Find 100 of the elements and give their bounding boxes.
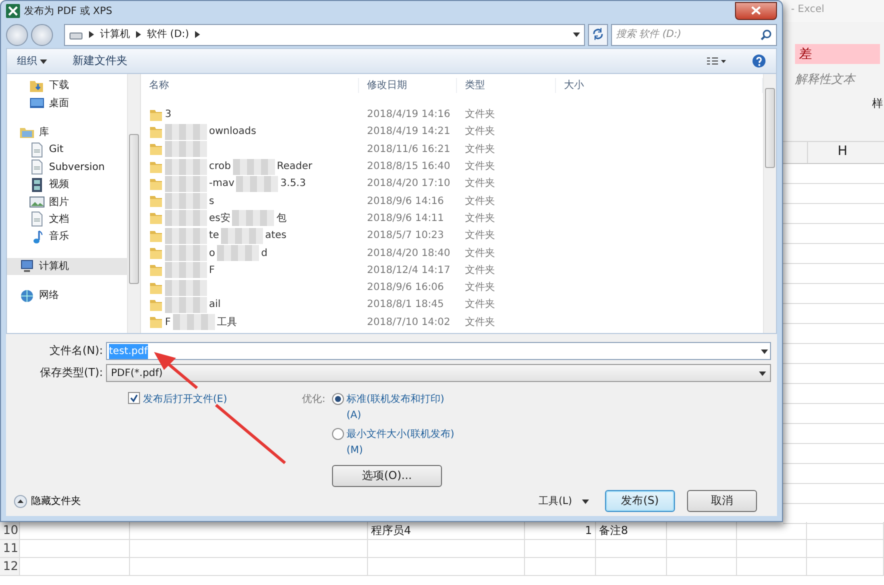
- folder-icon: [149, 263, 163, 278]
- checkbox[interactable]: [128, 392, 140, 404]
- pixelated-area: [165, 262, 207, 278]
- search-field[interactable]: 搜索 软件 (D:): [611, 24, 777, 46]
- cell-style-option[interactable]: 差: [795, 44, 880, 64]
- radio-label[interactable]: 最小文件大小(联机发布)(M): [346, 426, 458, 458]
- folder-icon: [149, 246, 163, 260]
- hide-folders-button[interactable]: 隐藏文件夹: [14, 494, 81, 508]
- file-type: 文件夹: [464, 124, 496, 140]
- column-header[interactable]: 类型: [457, 78, 556, 92]
- sidebar-item[interactable]: 文档: [7, 210, 127, 228]
- film-icon: [29, 176, 45, 193]
- file-type: 文件夹: [464, 176, 496, 192]
- file-name: 3: [165, 108, 172, 122]
- tools-menu[interactable]: 工具(L): [536, 494, 591, 508]
- pixelated-area: [165, 210, 207, 226]
- row-number: 11: [0, 540, 20, 557]
- cell-style-option[interactable]: 解释性文本: [795, 70, 880, 88]
- picture-icon: [29, 194, 45, 210]
- file-type: 文件夹: [464, 280, 496, 296]
- sidebar-item[interactable]: 库: [7, 124, 127, 142]
- folder-icon: [149, 142, 163, 156]
- caret-icon: [40, 58, 46, 64]
- view-list-icon: [706, 56, 726, 66]
- folder-icon: [149, 160, 163, 174]
- date-modified: 2018/7/10 14:02: [366, 316, 452, 330]
- help-button[interactable]: [750, 52, 768, 70]
- file-name: es安: [209, 212, 230, 226]
- dropdown-caret-icon: [761, 348, 768, 354]
- file-name: d: [261, 246, 268, 261]
- sidebar-item[interactable]: 图片: [7, 193, 127, 211]
- pixelated-area: [217, 245, 260, 262]
- file-name: te: [209, 229, 220, 244]
- breadcrumb-item[interactable]: 计算机: [100, 27, 130, 42]
- file-type: 文件夹: [464, 246, 496, 261]
- date-modified: 2018/4/20 17:10: [366, 177, 452, 192]
- window-title: 发布为 PDF 或 XPS: [24, 4, 112, 18]
- file-name: ates: [265, 229, 286, 244]
- pixelated-area: [165, 124, 207, 140]
- document-icon: [29, 142, 45, 158]
- publish-button[interactable]: 发布(S): [605, 490, 675, 512]
- pixelated-area: [232, 210, 274, 226]
- collapse-icon: [14, 494, 27, 508]
- checkbox-label[interactable]: 发布后打开文件(E): [143, 392, 228, 407]
- radio-button[interactable]: [332, 428, 344, 440]
- field-label: 保存类型(T):: [38, 364, 104, 381]
- sidebar-item[interactable]: 桌面: [7, 94, 127, 112]
- new-folder-button[interactable]: 新建文件夹: [70, 52, 130, 70]
- sidebar-item[interactable]: Subversion: [7, 158, 127, 176]
- scrollbar[interactable]: [127, 74, 140, 333]
- sidebar-item[interactable]: 音乐: [7, 228, 127, 246]
- date-modified: 2018/9/6 16:06: [366, 281, 445, 296]
- organize-menu[interactable]: 组织: [15, 54, 48, 68]
- date-modified: 2018/4/19 14:16: [366, 108, 452, 122]
- sidebar-item[interactable]: 视频: [7, 176, 127, 194]
- address-bar[interactable]: 计算机 软件 (D:): [64, 24, 585, 46]
- file-name: o: [209, 246, 216, 261]
- column-header: H: [807, 142, 877, 163]
- sidebar-item[interactable]: 计算机: [7, 258, 127, 275]
- radio-label[interactable]: 标准(联机发布和打印)(A): [346, 392, 458, 424]
- breadcrumb-item[interactable]: 软件 (D:): [147, 27, 190, 42]
- file-type-select[interactable]: PDF(*.pdf): [106, 364, 771, 382]
- file-type: 文件夹: [464, 212, 496, 226]
- column-header[interactable]: 名称: [141, 78, 359, 92]
- caret-icon: [582, 498, 589, 504]
- file-name: 3.5.3: [280, 177, 306, 192]
- folder-icon: [149, 108, 163, 122]
- options-button[interactable]: 选项(O)...: [332, 465, 442, 487]
- file-type: 文件夹: [464, 298, 496, 312]
- pixelated-area: [172, 314, 215, 330]
- file-type: 文件夹: [464, 316, 496, 330]
- help-icon: [752, 54, 766, 68]
- date-modified: 2018/8/15 16:40: [366, 160, 452, 174]
- document-icon: [29, 159, 45, 176]
- refresh-icon: [592, 28, 604, 40]
- pixelated-area: [165, 193, 207, 210]
- chevron-icon: [88, 31, 95, 38]
- optimize-label: 优化:: [302, 393, 326, 407]
- file-type: 文件夹: [464, 142, 496, 157]
- folder-icon: [149, 280, 163, 295]
- refresh-button[interactable]: [588, 24, 608, 46]
- pixelated-area: [165, 141, 207, 158]
- pixelated-area: [232, 158, 275, 175]
- chevron-icon: [194, 31, 202, 38]
- radio-button[interactable]: [332, 393, 344, 405]
- dropdown-caret-icon: [759, 370, 766, 376]
- sidebar-item[interactable]: 网络: [7, 286, 127, 304]
- file-type: 文件夹: [464, 160, 496, 174]
- sidebar-item[interactable]: Git: [7, 141, 127, 159]
- column-header[interactable]: 修改日期: [359, 78, 457, 92]
- computer-icon: [19, 258, 35, 274]
- file-name: -mav: [209, 177, 234, 192]
- pixelated-area: [236, 176, 278, 192]
- check-icon: [129, 393, 139, 403]
- file-type: 文件夹: [464, 264, 496, 278]
- scrollbar[interactable]: [763, 74, 776, 333]
- file-name: F: [165, 316, 171, 330]
- sidebar-item[interactable]: 下载: [7, 77, 127, 94]
- close-button[interactable]: [735, 2, 777, 20]
- cancel-button[interactable]: 取消: [687, 490, 757, 512]
